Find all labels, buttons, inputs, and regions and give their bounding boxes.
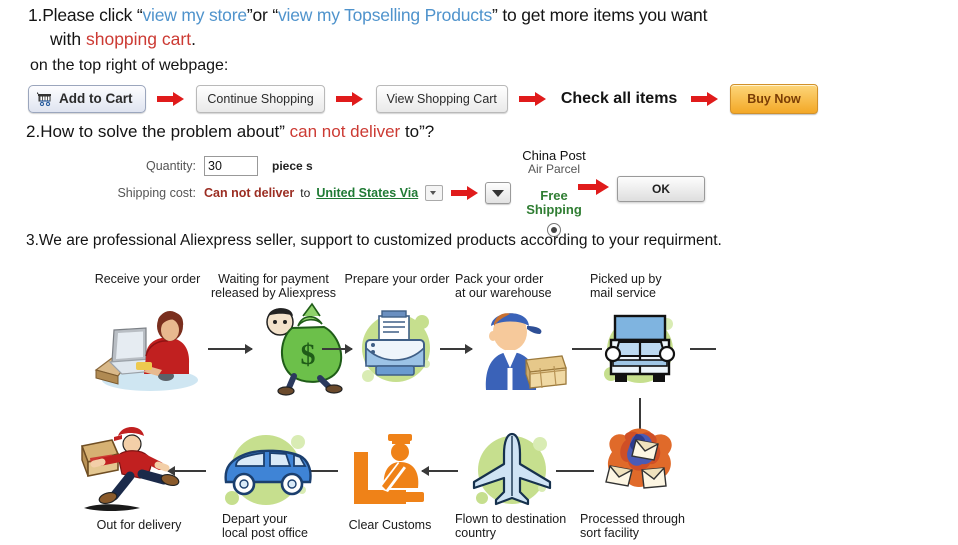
flow-icon-worker-with-boxes xyxy=(470,302,570,394)
link-view-my-topselling-products[interactable]: view my Topselling Products xyxy=(278,5,492,25)
shipping-label: Shipping xyxy=(526,202,582,217)
section1-text-c: ” to get more items you want xyxy=(492,5,708,25)
link-view-my-store[interactable]: view my store xyxy=(143,5,248,25)
flow-caption-clear-customs: Clear Customs xyxy=(348,518,432,532)
section1-number: 1. xyxy=(28,5,43,25)
section3-text: .We are professional Aliexpress seller, … xyxy=(34,232,722,249)
flow-arrow-2 xyxy=(322,344,353,354)
shipping-cost-row: Shipping cost: Can not deliver to United… xyxy=(108,181,512,204)
shopping-cart-icon xyxy=(37,92,54,106)
shipping-form: Quantity: 30 piece s Shipping cost: Can … xyxy=(108,155,512,209)
flow-caption-receive-order: Receive your order xyxy=(94,272,201,286)
red-arrow-icon-4 xyxy=(690,91,719,107)
section1-text-a: Please click “ xyxy=(42,5,143,25)
red-arrow-icon-1 xyxy=(156,91,185,107)
section1-line2: with shopping cart. xyxy=(50,29,196,50)
order-flow-diagram: Receive your order Waiting for payment r… xyxy=(0,262,958,545)
red-arrow-icon-2 xyxy=(336,91,364,107)
section1-line2-suffix: . xyxy=(191,29,196,49)
carrier-service: Air Parcel xyxy=(527,162,580,176)
section1-line3: on the top right of webpage: xyxy=(30,57,229,74)
red-arrow-icon-6 xyxy=(578,178,610,196)
flow-icon-truck xyxy=(595,302,685,394)
flow-caption-depart-post-office: Depart your local post office xyxy=(222,512,308,540)
shipping-to-word: to xyxy=(300,185,311,200)
flow-caption-flown-to-destination: Flown to destination country xyxy=(455,512,567,540)
shipping-country-link[interactable]: United States Via xyxy=(316,186,418,200)
carrier-name: China Post xyxy=(522,148,586,163)
buy-now-button[interactable]: Buy Now xyxy=(730,84,818,114)
cart-button-row: Add to Cart Continue Shopping View Shopp… xyxy=(28,84,818,114)
flow-icon-person-at-computer xyxy=(88,304,198,394)
section2-heading-b: to”? xyxy=(400,122,435,141)
flow-icon-printer xyxy=(352,304,438,390)
flow-caption-prepare-order: Prepare your order xyxy=(344,272,450,286)
flow-caption-processed-sort-facility: Processed through sort facility xyxy=(580,512,685,540)
flow-caption-pack-order: Pack your order at our warehouse xyxy=(455,272,552,300)
flow-line-5 xyxy=(690,348,716,350)
flow-icon-envelopes-cluster xyxy=(596,422,684,506)
svg-text:$: $ xyxy=(301,338,316,371)
flow-caption-out-for-delivery: Out for delivery xyxy=(96,518,182,532)
shipping-cost-label: Shipping cost: xyxy=(117,185,196,200)
add-to-cart-label: Add to Cart xyxy=(59,91,133,106)
section1-line1: 1.Please click “view my store”or “view m… xyxy=(28,5,707,26)
quantity-unit-label: piece s xyxy=(272,158,313,173)
view-shopping-cart-button[interactable]: View Shopping Cart xyxy=(375,85,508,113)
check-all-items-label: Check all items xyxy=(560,90,678,107)
flow-arrow-1 xyxy=(208,344,253,354)
shipping-cost-value: Can not deliver xyxy=(204,185,295,200)
flow-caption-waiting-payment: Waiting for payment released by Aliexpre… xyxy=(210,272,337,300)
section3-number: 3 xyxy=(26,232,35,249)
instructions-page: 1.Please click “view my store”or “view m… xyxy=(0,0,958,545)
continue-shopping-button[interactable]: Continue Shopping xyxy=(196,85,325,113)
flow-icon-delivery-van xyxy=(212,424,320,512)
country-dropdown-toggle[interactable] xyxy=(425,184,444,201)
shopping-cart-highlight: shopping cart xyxy=(85,29,192,49)
flow-arrow-3 xyxy=(440,344,473,354)
flow-icon-airplane xyxy=(466,426,558,514)
red-arrow-icon-3 xyxy=(519,91,547,107)
quantity-label: Quantity: xyxy=(145,158,196,173)
section3-heading: 3.We are professional Aliexpress seller,… xyxy=(26,232,722,250)
quantity-input[interactable]: 30 xyxy=(204,155,258,176)
section1-line2-prefix: with xyxy=(50,29,86,49)
flow-caption-picked-up: Picked up by mail service xyxy=(590,272,662,300)
section2-heading: 2.How to solve the problem about” can no… xyxy=(26,122,434,142)
flow-icon-customs-officer xyxy=(348,432,434,510)
quantity-row: Quantity: 30 piece s xyxy=(108,155,511,176)
section1-text-b: ”or “ xyxy=(246,5,278,25)
red-arrow-icon-5 xyxy=(451,185,479,201)
ok-button[interactable]: OK xyxy=(617,176,705,202)
section2-heading-a: How to solve the problem about” xyxy=(40,122,290,141)
flow-icon-running-courier xyxy=(78,422,182,514)
can-not-deliver-highlight: can not deliver xyxy=(289,122,401,141)
add-to-cart-button[interactable]: Add to Cart xyxy=(28,85,146,113)
flow-line-6 xyxy=(556,470,594,472)
section2-number: 2. xyxy=(26,122,41,141)
